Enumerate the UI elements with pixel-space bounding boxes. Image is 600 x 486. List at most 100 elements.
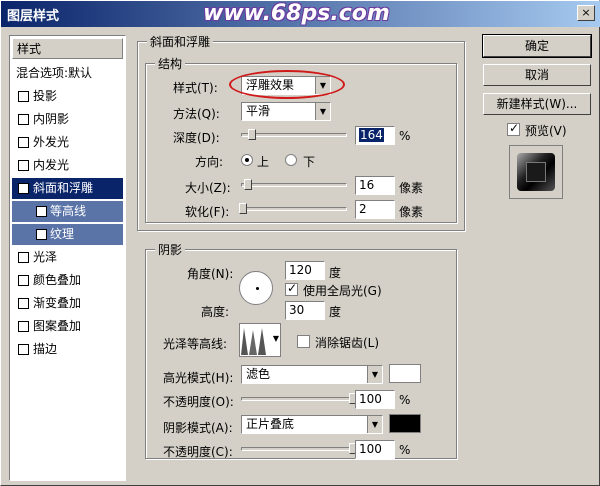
drop-shadow-checkbox[interactable]	[18, 91, 29, 102]
list-item-pattern-overlay[interactable]: 图案叠加	[12, 316, 123, 337]
shadow-opacity-slider[interactable]	[241, 443, 357, 455]
style-list: 样式 混合选项:默认 投影 内阴影 外发光 内发光 斜面和浮雕 等高线 纹理 光…	[9, 35, 126, 481]
list-item-outer-glow[interactable]: 外发光	[12, 132, 123, 153]
highlight-opacity-value: 100	[359, 392, 382, 406]
stroke-checkbox[interactable]	[18, 344, 29, 355]
direction-down-label: 下	[303, 155, 316, 169]
list-item-label: 斜面和浮雕	[33, 181, 94, 195]
global-light-checkbox[interactable]	[285, 281, 298, 296]
highlight-color-swatch[interactable]	[389, 364, 421, 383]
size-slider[interactable]	[241, 179, 347, 191]
bevel-emboss-checkbox[interactable]	[18, 180, 29, 201]
altitude-value: 30	[289, 303, 305, 317]
direction-up-label: 上	[257, 155, 270, 169]
ok-button[interactable]: 确定	[483, 35, 591, 57]
highlight-mode-select[interactable]: 滤色 ▼	[241, 365, 383, 384]
list-item-label: 纹理	[50, 227, 75, 241]
shadow-opacity-unit: %	[399, 443, 411, 457]
list-item-inner-glow[interactable]: 内发光	[12, 155, 123, 176]
size-input[interactable]: 16	[355, 176, 395, 195]
blending-options-label: 混合选项:默认	[16, 66, 93, 80]
inner-glow-checkbox[interactable]	[18, 160, 29, 171]
slider-track	[241, 207, 347, 211]
depth-input[interactable]: 164	[355, 126, 395, 145]
list-item-drop-shadow[interactable]: 投影	[12, 86, 123, 107]
preview-inner-shape	[526, 162, 546, 182]
satin-checkbox[interactable]	[18, 252, 29, 263]
angle-value: 120	[289, 263, 312, 277]
cancel-button[interactable]: 取消	[483, 64, 591, 86]
angle-input[interactable]: 120	[285, 261, 325, 280]
soften-input[interactable]: 2	[355, 200, 395, 219]
list-item-label: 内发光	[33, 158, 70, 172]
highlight-mode-value: 滤色	[246, 367, 271, 381]
preview-outer-shape	[517, 153, 555, 191]
new-style-button[interactable]: 新建样式(W)...	[483, 93, 591, 115]
close-button[interactable]: ×	[577, 5, 595, 21]
depth-value: 164	[359, 128, 384, 142]
direction-down-radio[interactable]	[285, 154, 297, 166]
slider-track	[241, 183, 347, 187]
inner-shadow-checkbox[interactable]	[18, 114, 29, 125]
gloss-contour-label: 光泽等高线:	[163, 337, 228, 351]
list-item-stroke[interactable]: 描边	[12, 339, 123, 360]
angle-dial[interactable]	[239, 271, 273, 305]
highlight-opacity-input[interactable]: 100	[355, 390, 395, 409]
anti-alias-checkbox[interactable]	[297, 335, 310, 348]
chevron-down-icon[interactable]: ▼	[315, 103, 330, 120]
pattern-overlay-checkbox[interactable]	[18, 321, 29, 332]
shadow-mode-select[interactable]: 正片叠底 ▼	[241, 415, 383, 434]
gloss-contour-picker[interactable]: ▼	[239, 323, 281, 357]
slider-thumb[interactable]	[239, 203, 248, 214]
soften-value: 2	[359, 202, 367, 216]
depth-slider[interactable]	[241, 129, 347, 141]
shading-title: 阴影	[155, 241, 186, 258]
size-value: 16	[359, 178, 375, 192]
list-item-label: 光泽	[33, 250, 58, 264]
blending-options-item[interactable]: 混合选项:默认	[12, 63, 123, 84]
gradient-overlay-checkbox[interactable]	[18, 298, 29, 309]
list-item-contour[interactable]: 等高线	[12, 201, 123, 222]
texture-checkbox[interactable]	[36, 229, 47, 240]
technique-label: 方法(Q):	[173, 107, 220, 121]
angle-unit: 度	[329, 266, 342, 280]
slider-thumb[interactable]	[247, 129, 256, 140]
highlight-opacity-slider[interactable]	[241, 393, 357, 405]
slider-track	[241, 133, 347, 137]
global-light-label: 使用全局光(G)	[303, 284, 382, 298]
shadow-opacity-input[interactable]: 100	[355, 440, 395, 459]
preview-checkbox[interactable]	[507, 121, 520, 136]
list-item-bevel-emboss[interactable]: 斜面和浮雕	[12, 178, 123, 201]
styles-header[interactable]: 样式	[12, 38, 123, 59]
chevron-down-icon[interactable]: ▼	[367, 366, 382, 383]
soften-label: 软化(F):	[185, 205, 230, 219]
list-item-color-overlay[interactable]: 颜色叠加	[12, 270, 123, 291]
list-item-texture[interactable]: 纹理	[12, 224, 123, 245]
list-item-inner-shadow[interactable]: 内阴影	[12, 109, 123, 130]
contour-checkbox[interactable]	[36, 206, 47, 217]
chevron-down-icon[interactable]: ▼	[367, 416, 382, 433]
anti-alias-label: 消除锯齿(L)	[315, 336, 380, 350]
size-unit: 像素	[399, 181, 424, 195]
outer-glow-checkbox[interactable]	[18, 137, 29, 148]
list-item-satin[interactable]: 光泽	[12, 247, 123, 268]
shadow-mode-value: 正片叠底	[246, 417, 295, 431]
altitude-input[interactable]: 30	[285, 301, 325, 320]
list-item-label: 图案叠加	[33, 319, 82, 333]
chevron-down-icon[interactable]: ▼	[273, 334, 279, 343]
slider-track	[241, 447, 353, 451]
technique-select[interactable]: 平滑 ▼	[241, 102, 331, 121]
list-item-gradient-overlay[interactable]: 渐变叠加	[12, 293, 123, 314]
direction-up-radio[interactable]	[241, 154, 253, 166]
layer-style-dialog: 图层样式 www.68ps.com × 样式 混合选项:默认 投影 内阴影 外发…	[0, 0, 600, 486]
slider-thumb[interactable]	[244, 179, 253, 190]
title-bar: 图层样式 www.68ps.com ×	[1, 1, 600, 27]
list-item-label: 外发光	[33, 135, 70, 149]
gloss-contour-icon	[241, 328, 266, 355]
depth-unit: %	[399, 129, 411, 143]
soften-slider[interactable]	[239, 203, 347, 215]
shadow-color-swatch[interactable]	[389, 414, 421, 433]
window-title: 图层样式	[7, 9, 60, 24]
color-overlay-checkbox[interactable]	[18, 275, 29, 286]
styles-header-label: 样式	[17, 42, 42, 56]
